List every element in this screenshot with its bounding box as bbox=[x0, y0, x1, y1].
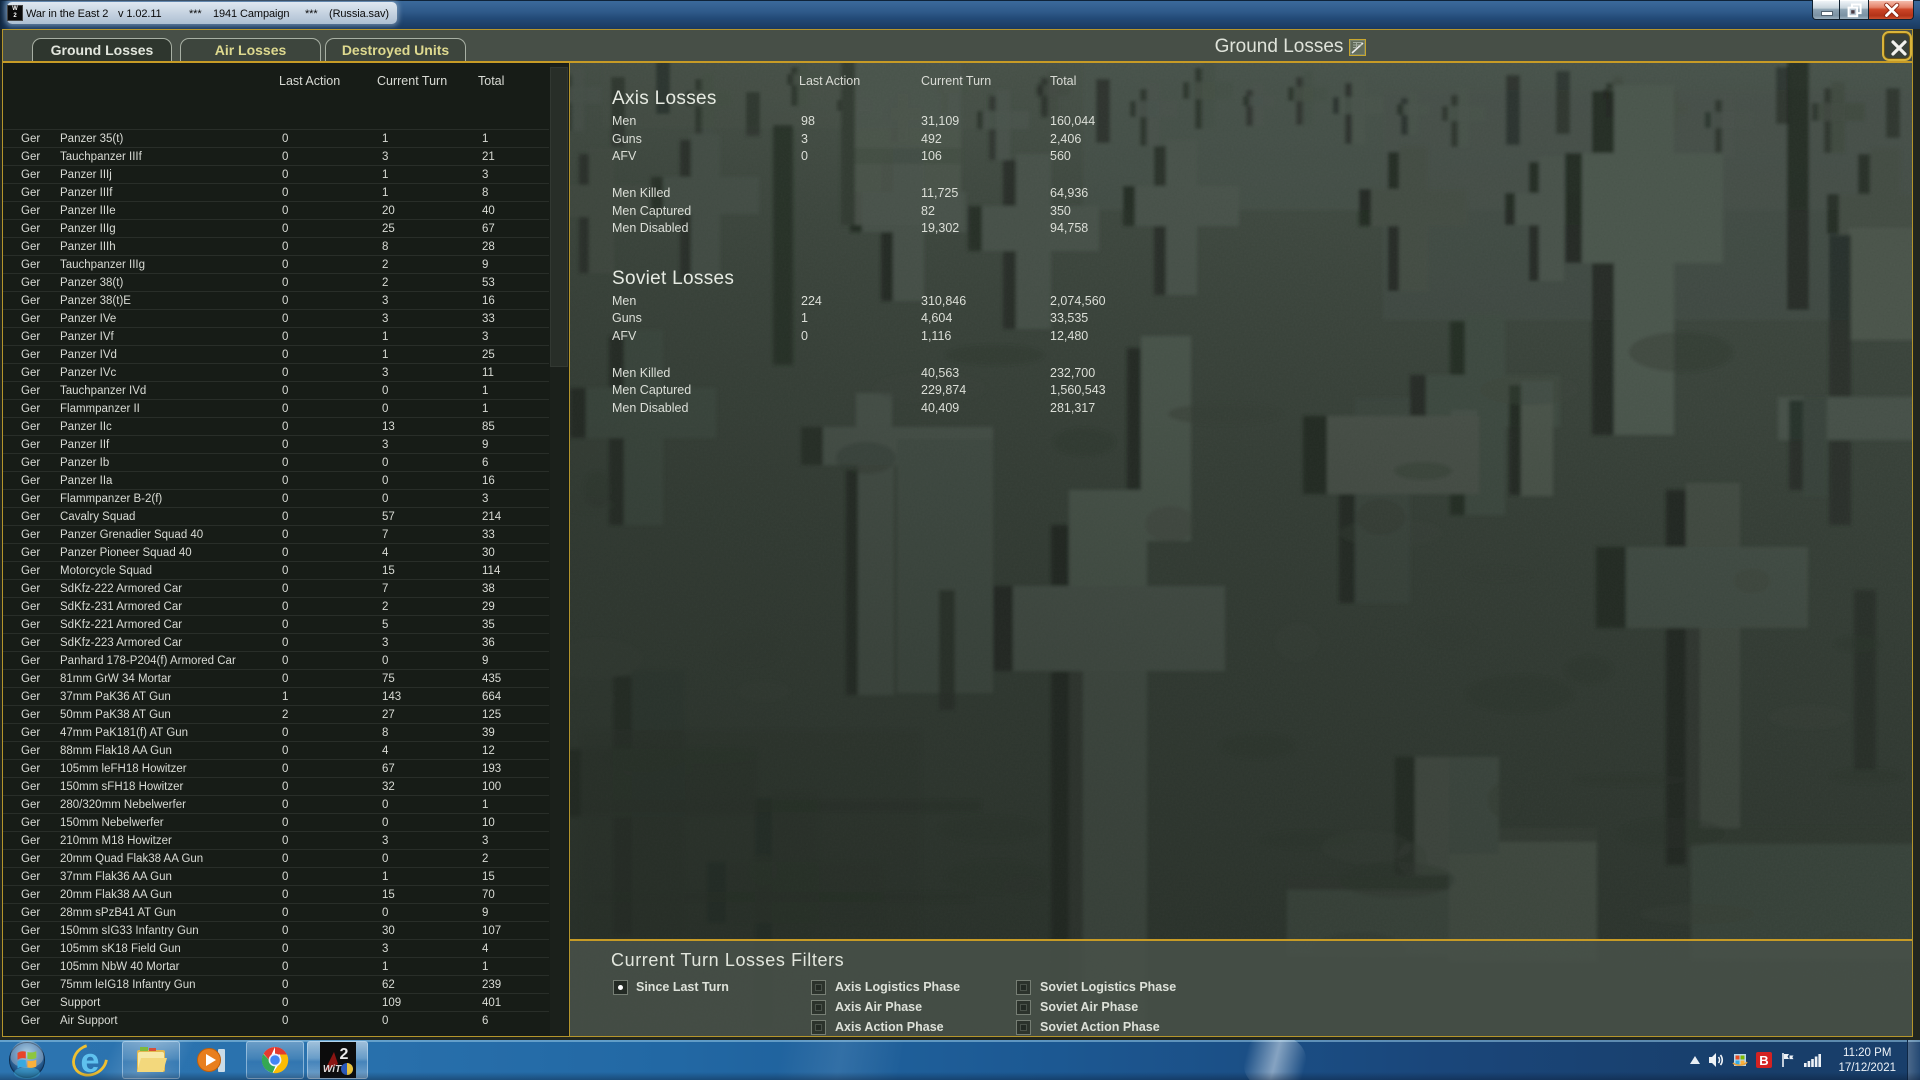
svg-text:2: 2 bbox=[339, 1046, 348, 1063]
svg-text:e: e bbox=[81, 1042, 100, 1080]
svg-text:B: B bbox=[1759, 1053, 1768, 1068]
svg-text:WiT: WiT bbox=[322, 1064, 341, 1075]
